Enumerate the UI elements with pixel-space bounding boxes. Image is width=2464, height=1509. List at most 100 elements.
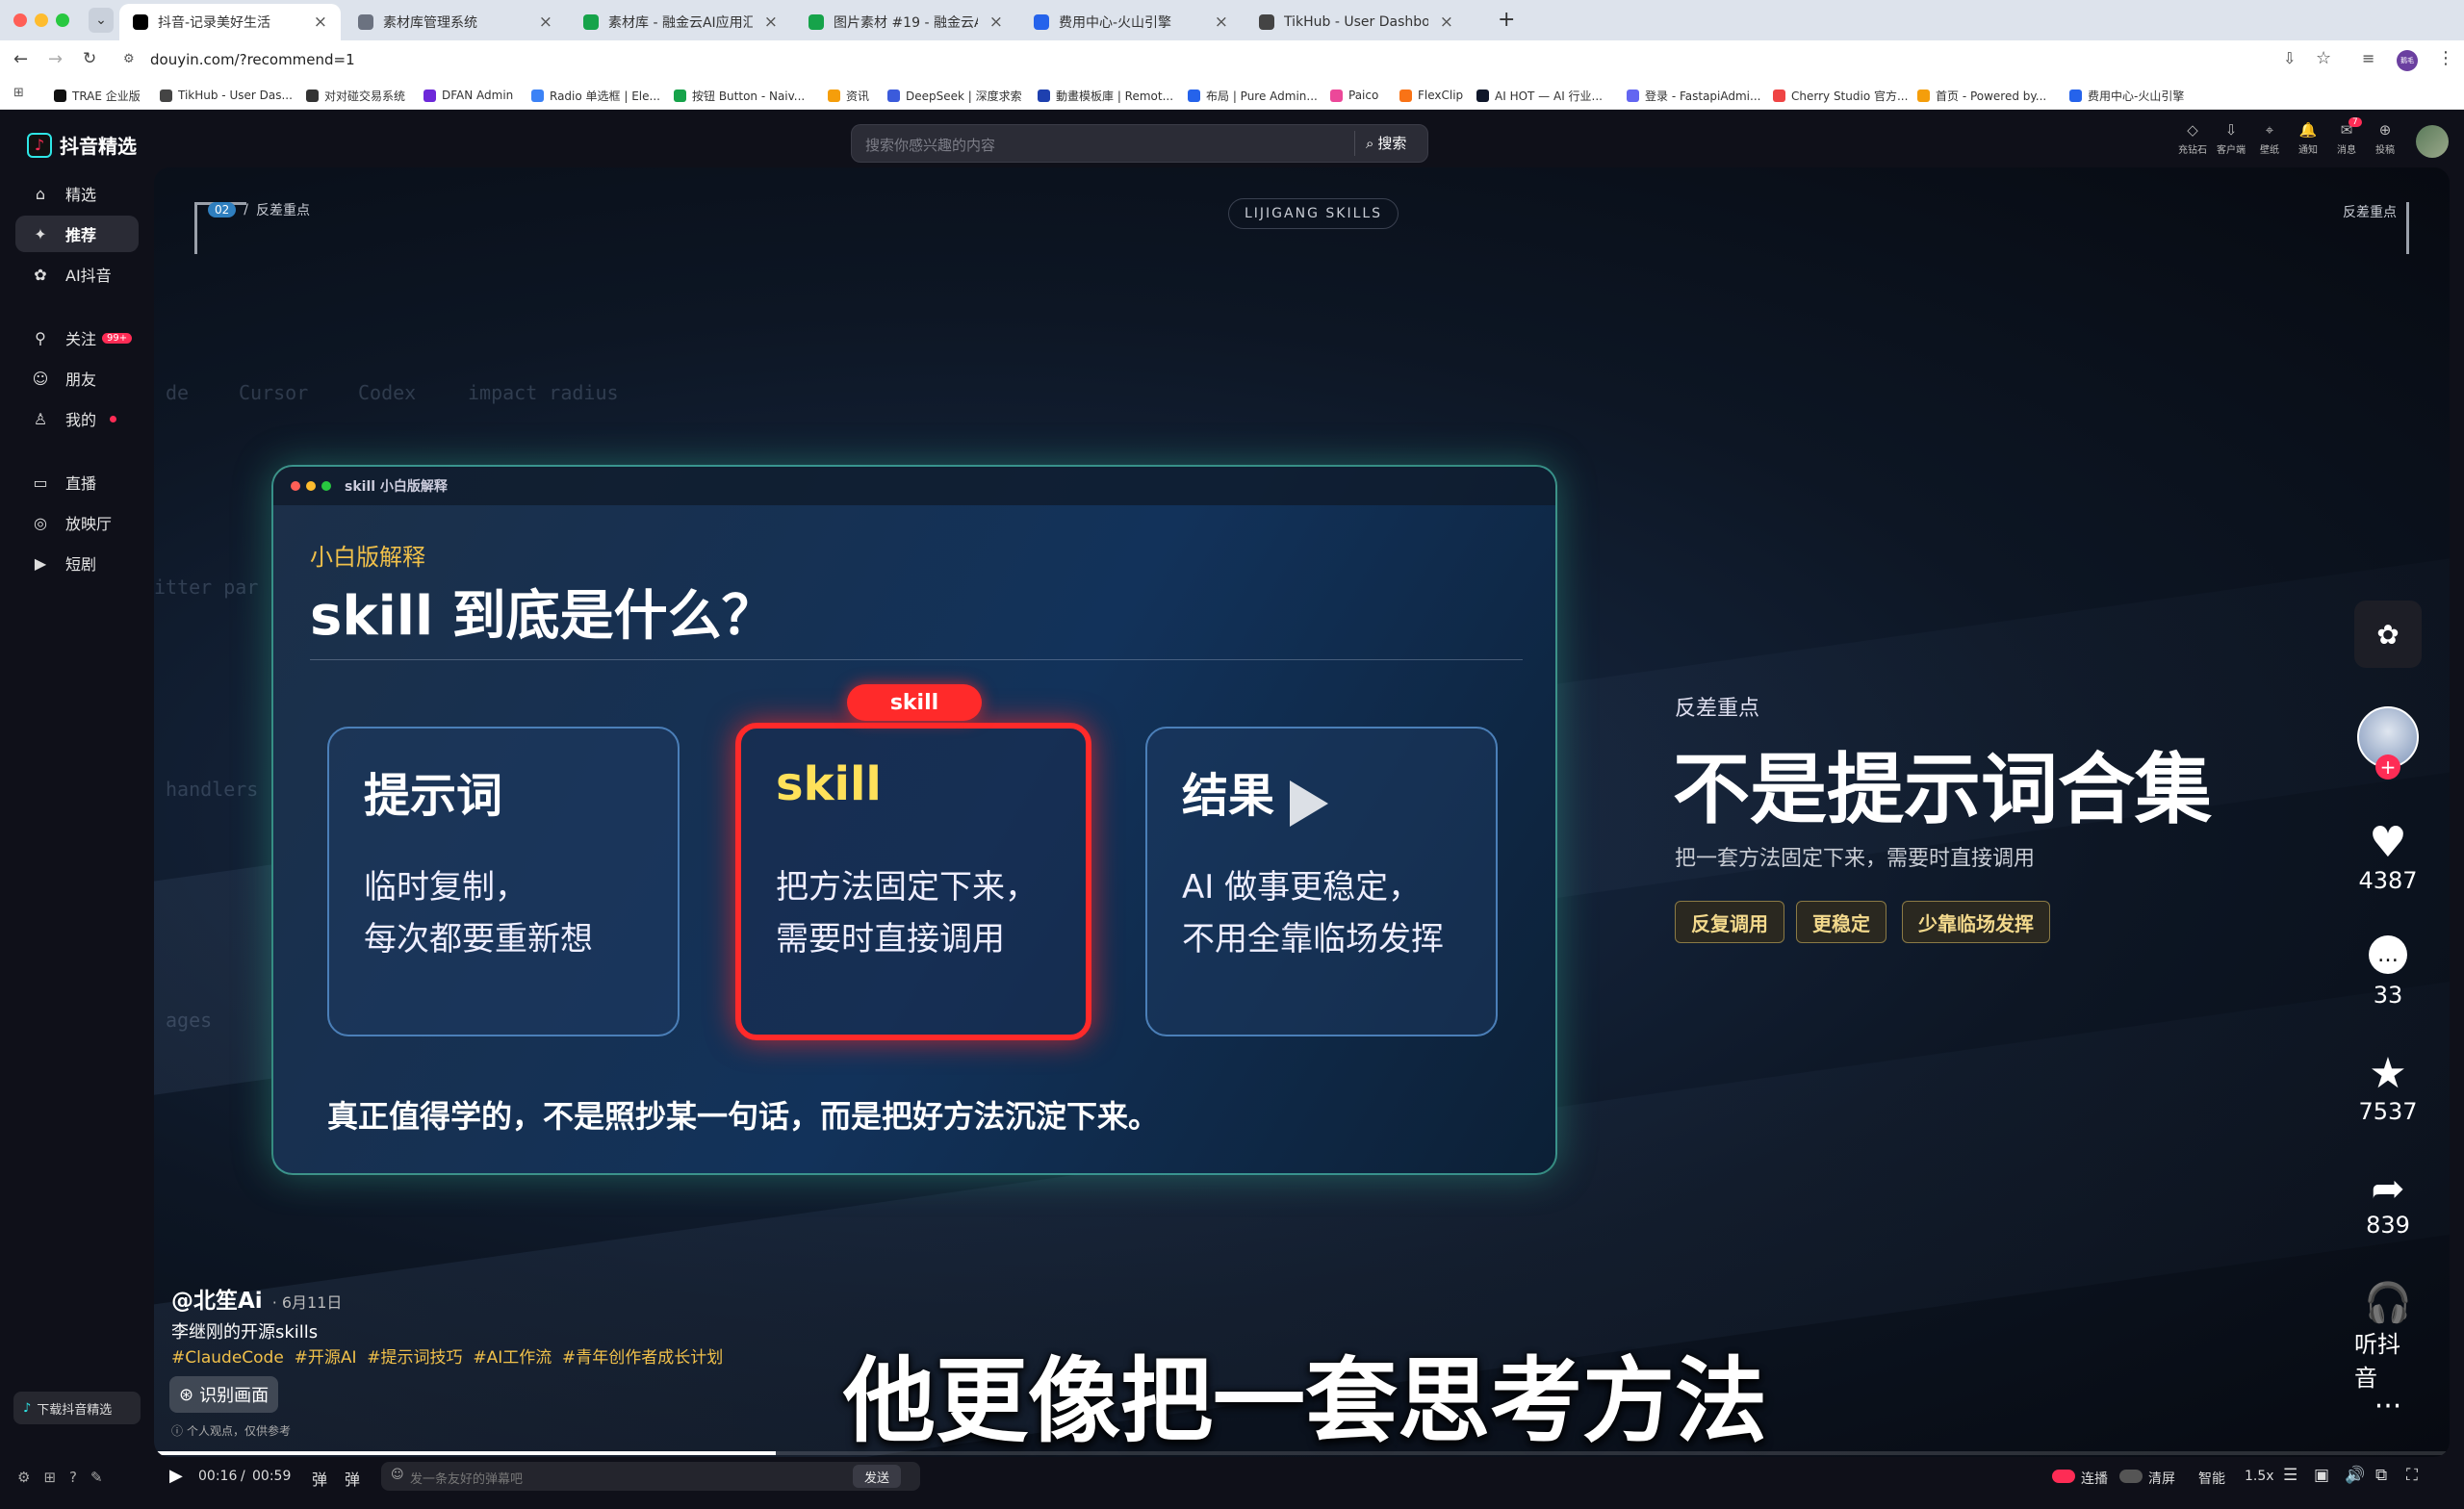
sidebar-item[interactable]: ▶ 短剧 [15,545,139,581]
tab-close-icon[interactable]: × [1440,13,1453,32]
header-upload-button[interactable]: ⊕ 投稿 [2366,121,2404,156]
sidebar-item[interactable]: ⚲ 关注 99+ [15,320,139,356]
author-avatar-button[interactable]: + [2354,706,2422,780]
share-button[interactable]: ➦ 839 [2354,1164,2422,1239]
bookmark-item[interactable]: 资讯 [828,86,869,105]
listen-button[interactable]: 🎧 听抖音 [2354,1280,2422,1393]
feedback-icon[interactable]: ✎ [90,1469,103,1486]
browser-tab[interactable]: 抖音-记录美好生活 × [119,4,341,40]
follow-plus-icon[interactable]: + [2375,754,2400,780]
back-icon[interactable]: ← [13,49,28,69]
recognize-button[interactable]: ⊛ 识别画面 [169,1376,279,1413]
play-pause-icon[interactable]: ▶ [169,1466,183,1486]
header-bell-button[interactable]: 🔔 通知 [2289,121,2327,156]
more-button[interactable]: ··· [2354,1390,2422,1423]
live-icon: ▭ [33,473,48,492]
search-button[interactable]: ⌕ 搜索 [1366,133,1406,153]
send-danmaku-button[interactable]: 发送 [853,1465,902,1488]
search-input[interactable]: 搜索你感兴趣的内容 [865,135,995,155]
browser-tab[interactable]: 素材库 - 融金云AI应用汇 × [570,4,791,40]
close-window-button[interactable] [13,13,27,27]
picture-in-picture-icon[interactable]: ⧉ [2375,1466,2387,1485]
url-text[interactable]: douyin.com/?recommend=1 [150,51,355,68]
progress-track[interactable] [154,1451,2450,1455]
danmaku-input[interactable]: 发一条友好的弹幕吧 [410,1469,523,1487]
sidebar-item[interactable]: ▭ 直播 [15,464,139,500]
apps-grid-icon[interactable]: ⊞ [13,86,24,100]
author-name[interactable]: @北笙Ai [171,1282,263,1315]
bookmark-item[interactable]: 按钮 Button - Naiv... [674,86,805,105]
bookmark-item[interactable]: DeepSeek | 深度求索 [887,86,1022,105]
browser-tab[interactable]: TikHub - User Dashboard × [1245,4,1467,40]
danmaku-toggle-icon[interactable]: 弹 [312,1467,327,1490]
grid-icon[interactable]: ⊞ [43,1469,56,1486]
comment-button[interactable]: … 33 [2354,934,2422,1009]
settings-icon[interactable]: ⚙ [17,1469,30,1486]
tab-close-icon[interactable]: × [989,13,1003,32]
browser-tab[interactable]: 图片素材 #19 - 融金云AI应用汇 × [795,4,1016,40]
bookmark-item[interactable]: 费用中心-火山引擎 [2069,86,2184,105]
bookmark-item[interactable]: 動畫模板庫 | Remot... [1038,86,1173,105]
header-diamond-button[interactable]: ◇ 充钻石 [2173,121,2212,156]
clear-screen-toggle[interactable] [2119,1470,2143,1483]
bookmark-item[interactable]: 首页 - Powered by... [1917,86,2046,105]
header-download-button[interactable]: ⇩ 客户端 [2212,121,2250,156]
sidebar-item[interactable]: ✿ AI抖音 [15,256,139,293]
header-message-button[interactable]: ✉ 消息 7 [2327,117,2366,156]
user-avatar[interactable] [2416,125,2449,158]
reading-list-icon[interactable]: ≡ [2362,49,2374,67]
browser-tab[interactable]: 素材库管理系统 × [345,4,566,40]
volume-icon[interactable]: 🔊 [2345,1466,2365,1485]
bookmark-item[interactable]: 对对碰交易系统 [306,86,405,105]
bookmark-item[interactable]: 布局 | Pure Admin... [1188,86,1318,105]
maximize-window-button[interactable] [56,13,69,27]
profile-avatar[interactable]: 鹅毛 [2397,50,2418,71]
emoji-icon[interactable]: ☺ [391,1468,404,1482]
header-wallpaper-button[interactable]: ⌖ 壁纸 [2250,121,2289,156]
ai-assistant-button[interactable]: ✿ [2354,601,2422,668]
playlist-icon[interactable]: ☰ [2283,1466,2297,1485]
autoplay-label: 连播 [2081,1471,2108,1487]
forward-icon[interactable]: → [48,49,63,69]
hashtags[interactable]: #ClaudeCode #开源AI #提示词技巧 #AI工作流 #青年创作者成长… [171,1343,723,1368]
browser-tab[interactable]: 费用中心-火山引擎 × [1020,4,1242,40]
quality-button[interactable]: 智能 [2198,1469,2225,1488]
bookmark-item[interactable]: Paico [1330,86,1378,105]
bookmark-item[interactable]: FlexClip [1399,86,1463,105]
speed-button[interactable]: 1.5x [2245,1469,2274,1484]
tab-search-button[interactable]: ⌄ [89,8,114,33]
bookmark-star-icon[interactable]: ☆ [2316,48,2331,68]
minimize-window-button[interactable] [35,13,48,27]
danmaku-settings-icon[interactable]: 弹 [345,1467,360,1490]
fullscreen-icon[interactable]: ⛶ [2406,1466,2418,1485]
sidebar-item[interactable]: ♙ 我的 [15,400,139,437]
mini-window-icon[interactable]: ▣ [2314,1466,2329,1485]
download-app-button[interactable]: ♪ 下载抖音精选 [13,1392,141,1424]
bookmark-item[interactable]: DFAN Admin [424,86,513,105]
reload-icon[interactable]: ↻ [83,49,96,68]
sidebar-item[interactable]: ⌂ 精选 [15,175,139,212]
bookmark-item[interactable]: 登录 - FastapiAdmi... [1627,86,1760,105]
install-icon[interactable]: ⇩ [2283,49,2296,67]
bookmark-item[interactable]: Radio 单选框 | Ele... [531,86,660,105]
play-icon[interactable] [1290,780,1328,827]
site-info-icon[interactable]: ⚙ [123,52,135,66]
menu-icon[interactable]: ⋮ [2437,48,2454,68]
like-button[interactable]: ♥ 4387 [2354,818,2422,894]
bookmark-item[interactable]: TRAE 企业版 [54,86,141,105]
favorite-button[interactable]: ★ 7537 [2354,1049,2422,1125]
bookmark-item[interactable]: Cherry Studio 官方... [1773,86,1908,105]
autoplay-toggle[interactable] [2052,1470,2075,1483]
new-tab-button[interactable]: + [1498,8,1515,32]
bookmark-item[interactable]: AI HOT — AI 行业... [1476,86,1603,105]
sidebar-item[interactable]: ✦ 推荐 [15,216,139,252]
tab-close-icon[interactable]: × [1215,13,1228,32]
tab-close-icon[interactable]: × [764,13,778,32]
tab-close-icon[interactable]: × [539,13,552,32]
sidebar-item[interactable]: ☺ 朋友 [15,360,139,396]
help-icon[interactable]: ? [69,1469,77,1486]
bookmark-item[interactable]: TikHub - User Das... [160,86,293,105]
tab-close-icon[interactable]: × [314,13,327,32]
sidebar-item[interactable]: ◎ 放映厅 [15,504,139,541]
logo[interactable]: ♪ 抖音精选 [27,131,137,159]
